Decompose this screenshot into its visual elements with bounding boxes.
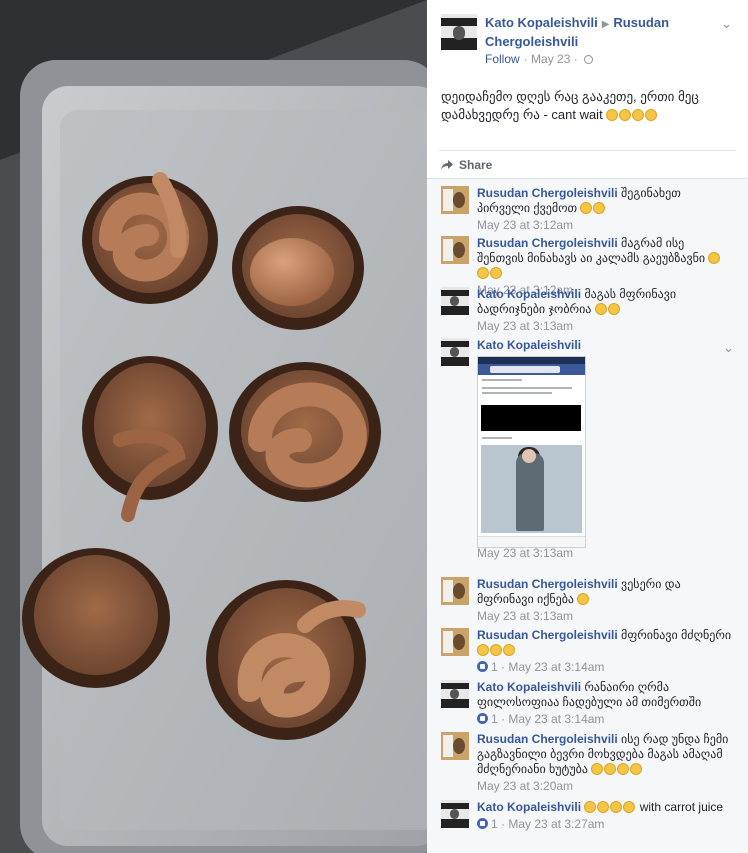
post-date[interactable]: May 23 xyxy=(531,52,570,66)
scream-emoji-icon xyxy=(630,763,643,775)
comment-author[interactable]: Rusudan Chergoleishvili xyxy=(477,186,618,200)
comment-time[interactable]: May 23 at 3:13am xyxy=(477,319,732,334)
laugh-emoji-icon xyxy=(477,267,489,279)
comment-text: with carrot juice xyxy=(639,800,724,814)
comment-author[interactable]: Kato Kopaleishvili xyxy=(477,800,581,814)
comment-author[interactable]: Kato Kopaleishvili xyxy=(477,338,581,352)
post-photo[interactable] xyxy=(0,0,427,853)
laugh-emoji-icon xyxy=(490,267,502,279)
cupcake-bottom-right xyxy=(206,580,366,740)
divider xyxy=(439,150,736,151)
laugh-emoji-icon xyxy=(607,303,620,315)
laugh-emoji-icon xyxy=(490,644,502,656)
comment-text: მფრინავი მძღნერი xyxy=(621,628,732,642)
scream-emoji-icon xyxy=(591,763,604,775)
share-icon xyxy=(441,160,453,170)
commenter-avatar[interactable] xyxy=(441,800,469,828)
laugh-emoji-icon xyxy=(477,644,489,656)
commenter-avatar[interactable] xyxy=(441,236,469,264)
commenter-avatar[interactable] xyxy=(441,287,469,315)
comment-time[interactable]: May 23 at 3:20am xyxy=(477,779,732,794)
post-text-body: დეიდაჩემო დღეს რაც გააკეთე, ერთი მეც დამ… xyxy=(441,89,699,122)
comment-time[interactable]: May 23 at 3:13am xyxy=(477,609,732,624)
laugh-emoji-icon xyxy=(597,801,610,813)
comment-time[interactable]: May 23 at 3:14am xyxy=(508,712,604,726)
comment-author[interactable]: Kato Kopaleishvili xyxy=(477,680,581,694)
commenter-avatar[interactable] xyxy=(441,186,469,214)
like-count[interactable]: 1 xyxy=(491,660,498,674)
share-label: Share xyxy=(459,158,493,172)
comment-author[interactable]: Rusudan Chergoleishvili xyxy=(477,732,618,746)
comment-time[interactable]: May 23 at 3:14am xyxy=(508,660,604,674)
laugh-emoji-icon xyxy=(593,202,606,214)
commenter-avatar[interactable] xyxy=(441,577,469,605)
smile-emoji-icon xyxy=(577,593,590,605)
laugh-emoji-icon xyxy=(632,109,645,121)
share-button[interactable]: Share xyxy=(441,158,492,172)
laugh-emoji-icon xyxy=(580,202,593,214)
commenter-avatar[interactable] xyxy=(441,732,469,760)
scream-emoji-icon xyxy=(604,763,617,775)
commenter-avatar[interactable] xyxy=(441,338,469,366)
like-icon[interactable] xyxy=(477,661,488,672)
chevron-down-icon[interactable]: ⌄ xyxy=(721,16,732,32)
globe-icon xyxy=(584,55,594,64)
commenter-avatar[interactable] xyxy=(441,680,469,708)
post-meta: Follow · May 23 · xyxy=(485,52,594,66)
laugh-emoji-icon xyxy=(610,801,623,813)
like-count[interactable]: 1 xyxy=(491,817,498,831)
comment-author[interactable]: Kato Kopaleishvili xyxy=(477,287,581,301)
cupcake-photo-illustration xyxy=(0,0,427,853)
laugh-emoji-icon xyxy=(503,644,515,656)
cupcake-top-left xyxy=(82,172,218,304)
post-panel: Kato Kopaleishvili ▶ Rusudan Chergoleishvi… xyxy=(427,0,748,853)
post-author-name[interactable]: Kato Kopaleishvili xyxy=(485,15,598,30)
meta-separator: · xyxy=(570,52,582,66)
like-icon[interactable] xyxy=(477,713,488,724)
commenter-avatar[interactable] xyxy=(441,628,469,656)
laugh-emoji-icon xyxy=(623,801,636,813)
scream-emoji-icon xyxy=(617,763,630,775)
laugh-emoji-icon xyxy=(619,109,632,121)
follow-button[interactable]: Follow xyxy=(485,52,520,66)
laugh-emoji-icon xyxy=(594,303,607,315)
comment-time[interactable]: May 23 at 3:13am xyxy=(477,546,732,561)
comment: Kato Kopaleishvili May 23 at 3:13am xyxy=(441,338,736,568)
laugh-emoji-icon xyxy=(606,109,619,121)
laugh-emoji-icon xyxy=(645,109,658,121)
post-header: Kato Kopaleishvili ▶ Rusudan Chergoleishvi… xyxy=(485,14,725,51)
like-icon[interactable] xyxy=(477,818,488,829)
comment-time[interactable]: May 23 at 3:12am xyxy=(477,218,732,233)
meta-separator: · xyxy=(523,52,532,66)
cupcake-top-right xyxy=(232,206,364,330)
post-text: დეიდაჩემო დღეს რაც გააკეთე, ერთი მეც დამ… xyxy=(441,88,731,124)
post-author-avatar[interactable] xyxy=(441,14,477,50)
arrow-right-icon: ▶ xyxy=(601,19,610,30)
search-icon xyxy=(490,366,560,373)
comment-author[interactable]: Rusudan Chergoleishvili xyxy=(477,628,618,642)
cupcake-bottom-left xyxy=(22,548,170,688)
laugh-emoji-icon xyxy=(584,801,597,813)
comment-screenshot-attachment[interactable] xyxy=(477,356,586,548)
chevron-down-icon[interactable]: ⌄ xyxy=(723,340,734,356)
like-count[interactable]: 1 xyxy=(491,712,498,726)
comment-time[interactable]: May 23 at 3:27am xyxy=(508,817,604,831)
comment-author[interactable]: Rusudan Chergoleishvili xyxy=(477,577,618,591)
comment-author[interactable]: Rusudan Chergoleishvili xyxy=(477,236,618,250)
cupcake-middle-right xyxy=(229,362,381,502)
laugh-emoji-icon xyxy=(708,252,721,264)
